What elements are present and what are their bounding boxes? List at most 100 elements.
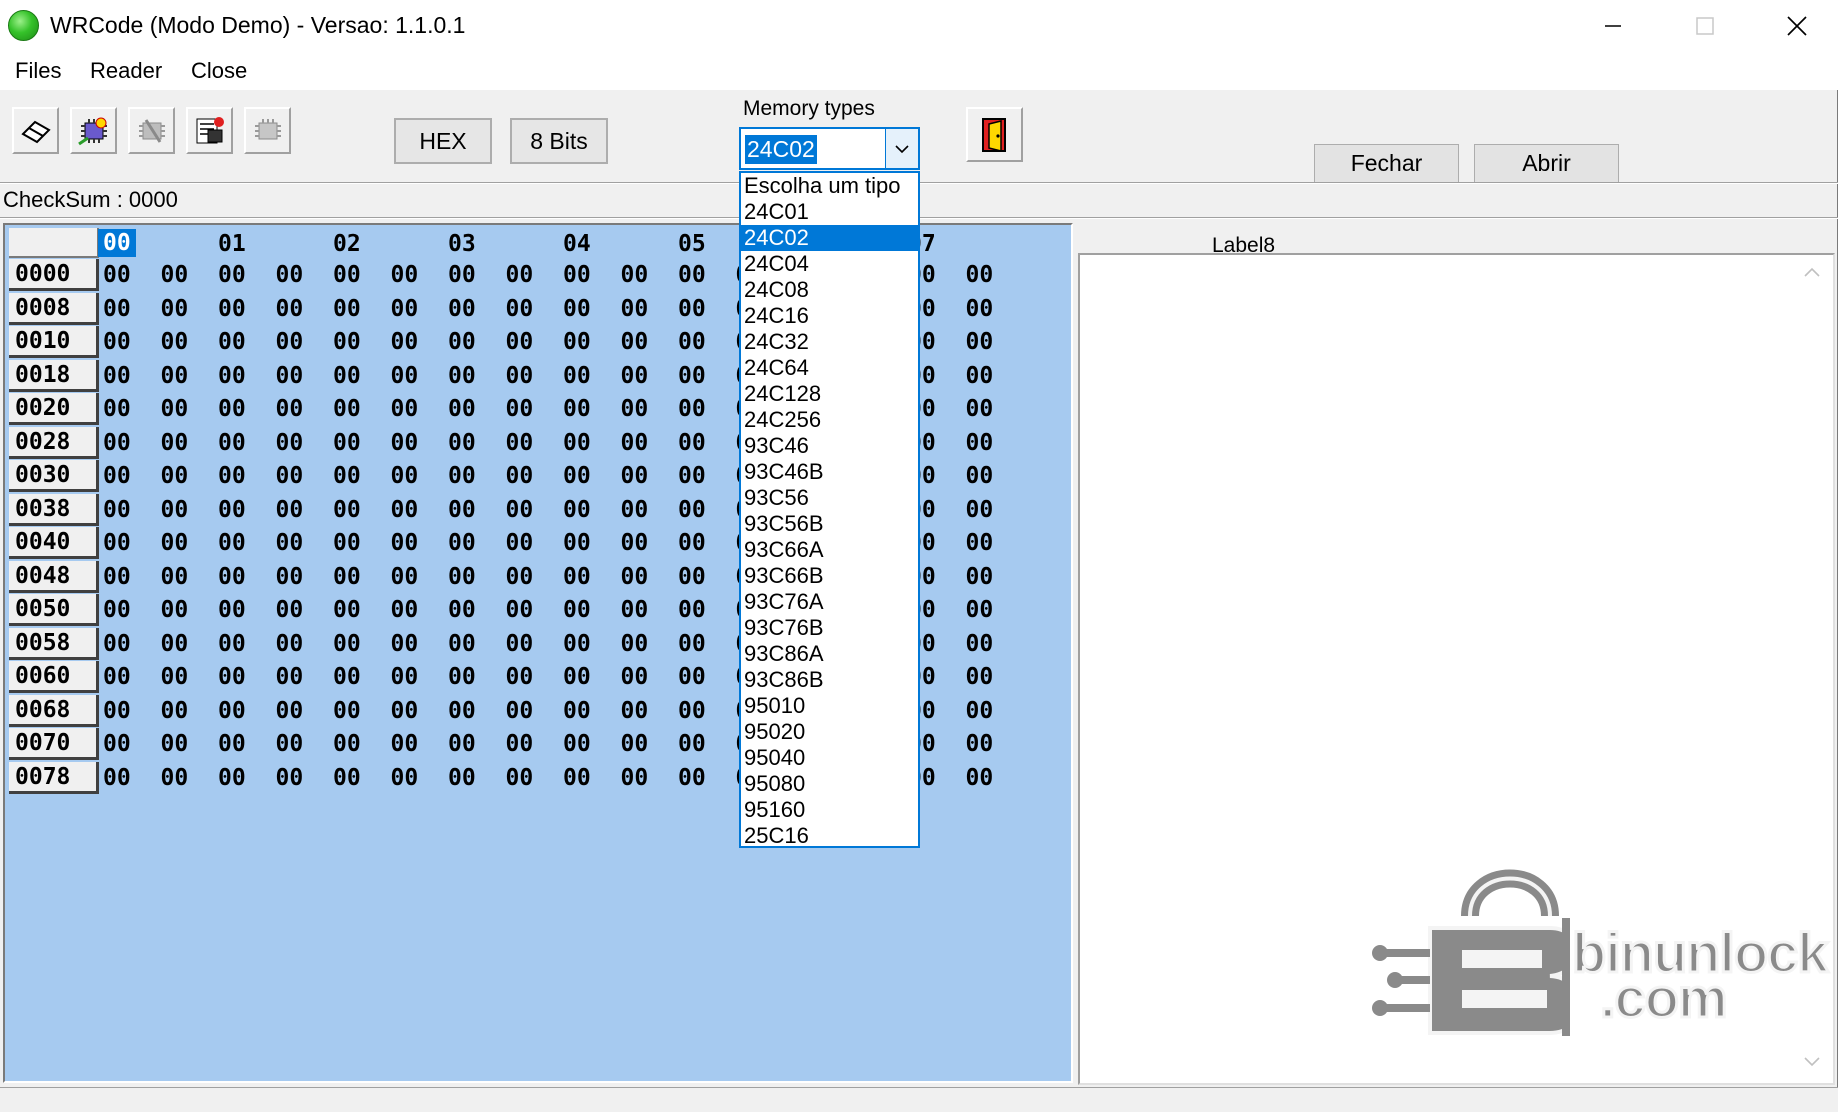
menu-reader[interactable]: Reader <box>90 58 162 84</box>
dropdown-option[interactable]: 93C56B <box>741 511 918 537</box>
hex-cell[interactable]: 00 <box>621 530 649 556</box>
dropdown-option[interactable]: 95020 <box>741 719 918 745</box>
hex-cell[interactable]: 00 <box>333 497 361 523</box>
hex-cell[interactable]: 00 <box>448 363 476 389</box>
hex-cell[interactable]: 00 <box>966 497 994 523</box>
hex-cell[interactable]: 00 <box>448 296 476 322</box>
hex-cell[interactable]: 00 <box>333 698 361 724</box>
hex-cell[interactable]: 00 <box>161 430 189 456</box>
hex-cell[interactable]: 00 <box>448 329 476 355</box>
dropdown-option[interactable]: 95040 <box>741 745 918 771</box>
hex-cell[interactable]: 00 <box>103 530 131 556</box>
dropdown-option[interactable]: 24C01 <box>741 199 918 225</box>
hex-cell[interactable]: 00 <box>218 363 246 389</box>
hex-cell[interactable]: 00 <box>161 530 189 556</box>
dropdown-option[interactable]: 24C256 <box>741 407 918 433</box>
hex-cell[interactable]: 00 <box>621 564 649 590</box>
hex-cell[interactable]: 00 <box>333 664 361 690</box>
hex-cell[interactable]: 00 <box>621 363 649 389</box>
hex-cell[interactable]: 00 <box>218 564 246 590</box>
hex-cell[interactable]: 00 <box>391 430 419 456</box>
hex-cell[interactable]: 00 <box>678 564 706 590</box>
hex-cell[interactable]: 00 <box>161 664 189 690</box>
hex-cell[interactable]: 00 <box>391 765 419 791</box>
hex-cell[interactable]: 00 <box>563 296 591 322</box>
dropdown-option[interactable]: 24C64 <box>741 355 918 381</box>
hex-cell[interactable]: 00 <box>448 463 476 489</box>
hex-cell[interactable]: 00 <box>448 430 476 456</box>
hex-cell[interactable]: 00 <box>276 698 304 724</box>
hex-cell[interactable]: 00 <box>621 296 649 322</box>
hex-cell[interactable]: 00 <box>966 363 994 389</box>
hex-cell[interactable]: 00 <box>103 564 131 590</box>
hex-cell[interactable]: 00 <box>621 497 649 523</box>
hex-cell[interactable]: 00 <box>276 564 304 590</box>
hex-cell[interactable]: 00 <box>506 363 534 389</box>
dropdown-option[interactable]: 24C08 <box>741 277 918 303</box>
hex-cell[interactable]: 00 <box>506 731 534 757</box>
hex-cell[interactable]: 00 <box>103 396 131 422</box>
hex-cell[interactable]: 00 <box>276 296 304 322</box>
hex-cell[interactable]: 00 <box>103 262 131 288</box>
hex-cell[interactable]: 00 <box>391 329 419 355</box>
hex-cell[interactable]: 00 <box>333 564 361 590</box>
hex-cell[interactable]: 00 <box>103 698 131 724</box>
hex-cell[interactable]: 00 <box>276 363 304 389</box>
dropdown-option[interactable]: 93C66B <box>741 563 918 589</box>
hex-cell[interactable]: 00 <box>333 597 361 623</box>
hex-cell[interactable]: 00 <box>678 530 706 556</box>
hex-cell[interactable]: 00 <box>276 530 304 556</box>
erase-button[interactable] <box>12 107 59 154</box>
hex-cell[interactable]: 00 <box>391 597 419 623</box>
hex-cell[interactable]: 00 <box>678 631 706 657</box>
hex-cell[interactable]: 00 <box>678 430 706 456</box>
hex-cell[interactable]: 00 <box>966 664 994 690</box>
hex-cell[interactable]: 00 <box>391 731 419 757</box>
hex-cell[interactable]: 00 <box>563 329 591 355</box>
hex-cell[interactable]: 00 <box>391 698 419 724</box>
hex-cell[interactable]: 00 <box>621 631 649 657</box>
hex-cell[interactable]: 00 <box>966 396 994 422</box>
hex-cell[interactable]: 00 <box>391 631 419 657</box>
hex-cell[interactable]: 00 <box>506 463 534 489</box>
hex-cell[interactable]: 00 <box>506 296 534 322</box>
hex-cell[interactable]: 00 <box>333 530 361 556</box>
hex-cell[interactable]: 00 <box>218 530 246 556</box>
hex-cell[interactable]: 00 <box>678 363 706 389</box>
hex-cell[interactable]: 00 <box>333 631 361 657</box>
hex-cell[interactable]: 00 <box>506 698 534 724</box>
hex-cell[interactable]: 00 <box>506 396 534 422</box>
hex-cell[interactable]: 00 <box>621 731 649 757</box>
hex-cell[interactable]: 00 <box>966 530 994 556</box>
scroll-up-button[interactable] <box>1802 262 1822 282</box>
hex-cell[interactable]: 00 <box>333 262 361 288</box>
hex-cell[interactable]: 00 <box>448 631 476 657</box>
hex-cell[interactable]: 00 <box>506 631 534 657</box>
hex-cell[interactable]: 00 <box>161 497 189 523</box>
hex-cell[interactable]: 00 <box>276 597 304 623</box>
hex-cell[interactable]: 00 <box>333 363 361 389</box>
hex-cell[interactable]: 00 <box>448 731 476 757</box>
hex-cell[interactable]: 00 <box>966 597 994 623</box>
hex-cell[interactable]: 00 <box>678 396 706 422</box>
scroll-down-button[interactable] <box>1802 1052 1822 1072</box>
fechar-button[interactable]: Fechar <box>1314 144 1459 182</box>
hex-cell[interactable]: 00 <box>333 731 361 757</box>
hex-cell[interactable]: 00 <box>966 631 994 657</box>
hex-cell[interactable]: 00 <box>161 396 189 422</box>
hex-cell[interactable]: 00 <box>448 765 476 791</box>
hex-cell[interactable]: 00 <box>563 497 591 523</box>
dropdown-option[interactable]: 93C76A <box>741 589 918 615</box>
hex-cell[interactable]: 00 <box>333 430 361 456</box>
hex-cell[interactable]: 00 <box>966 329 994 355</box>
hex-cell[interactable]: 00 <box>276 731 304 757</box>
hex-cell[interactable]: 00 <box>448 497 476 523</box>
hex-cell[interactable]: 00 <box>218 698 246 724</box>
hex-cell[interactable]: 00 <box>621 396 649 422</box>
hex-cell[interactable]: 00 <box>103 664 131 690</box>
hex-cell[interactable]: 00 <box>563 698 591 724</box>
menu-close[interactable]: Close <box>191 58 247 84</box>
hex-cell[interactable]: 00 <box>161 631 189 657</box>
hex-cell[interactable]: 00 <box>391 363 419 389</box>
exit-door-button[interactable] <box>966 107 1023 162</box>
